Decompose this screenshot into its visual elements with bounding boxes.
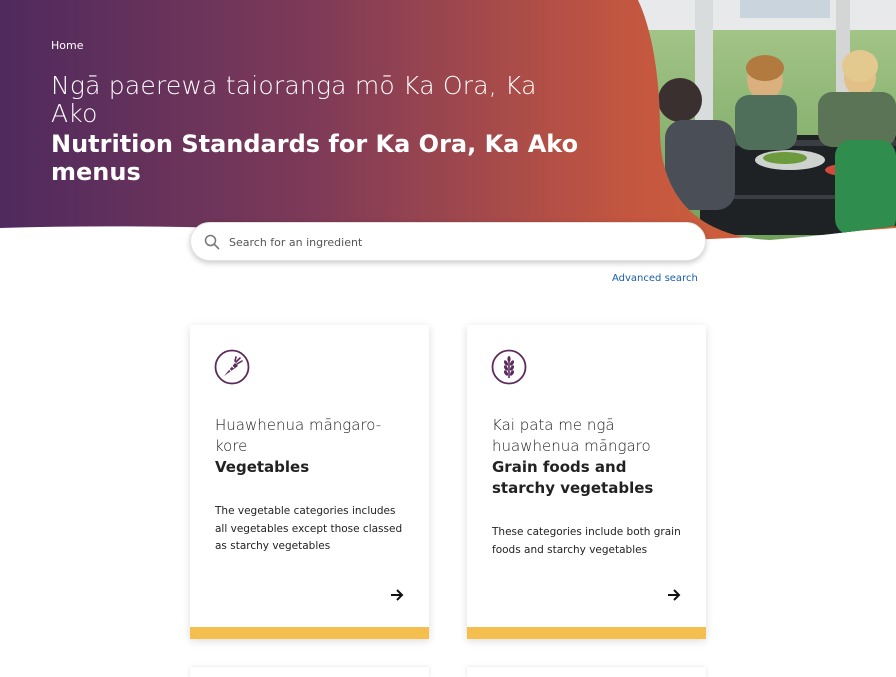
card-description: These categories include both grain food… xyxy=(492,526,681,556)
card-title-maori: Kai pata me ngā huawhenua māngaro xyxy=(492,416,651,455)
search-icon xyxy=(204,234,220,250)
page-title-english: Nutrition Standards for Ka Ora, Ka Ako m… xyxy=(51,130,579,186)
page-title-maori: Ngā paerewa taioranga mō Ka Ora, Ka Ako xyxy=(51,71,537,128)
card-title-maori: Huawhenua māngaro-kore xyxy=(215,416,382,455)
search-bar[interactable] xyxy=(190,222,706,261)
arrow-right-icon[interactable] xyxy=(666,587,682,603)
arrow-right-icon[interactable] xyxy=(389,587,405,603)
card-title-english: Grain foods and starchy vegetables xyxy=(492,458,654,497)
breadcrumb-home[interactable]: Home xyxy=(51,39,83,52)
category-card-grain-foods[interactable]: Kai pata me ngā huawhenua māngaro Grain … xyxy=(467,325,706,639)
advanced-search-link[interactable]: Advanced search xyxy=(612,273,698,284)
next-card-edge xyxy=(190,667,429,677)
category-card-vegetables[interactable]: Huawhenua māngaro-kore Vegetables The ve… xyxy=(190,325,429,639)
carrot-icon xyxy=(214,349,250,385)
card-accent-bar xyxy=(190,627,429,639)
card-title-english: Vegetables xyxy=(215,458,310,476)
card-accent-bar xyxy=(467,627,706,639)
hero-banner: Home Ngā paerewa taioranga mō Ka Ora, Ka… xyxy=(0,0,896,250)
next-card-edge xyxy=(467,667,706,677)
wheat-icon xyxy=(491,349,527,385)
search-input[interactable] xyxy=(229,231,689,253)
card-description: The vegetable categories includes all ve… xyxy=(215,505,403,552)
